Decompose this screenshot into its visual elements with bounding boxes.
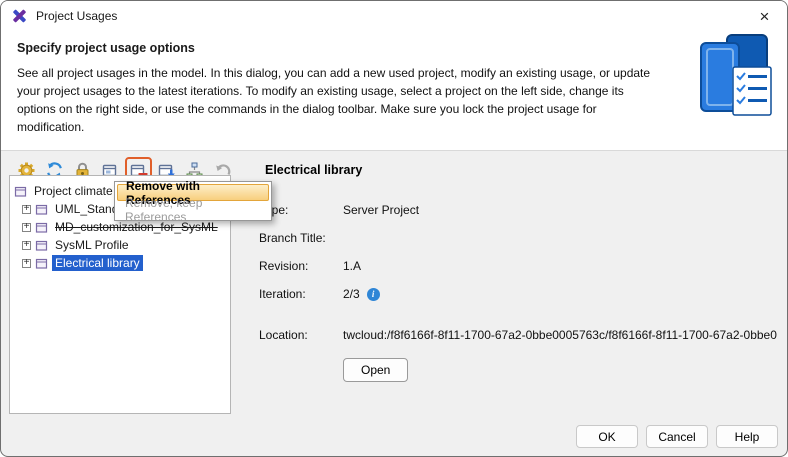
expand-icon[interactable] xyxy=(22,241,31,250)
cancel-button[interactable]: Cancel xyxy=(646,425,708,448)
revision-label: Revision: xyxy=(259,259,343,273)
location-label: Location: xyxy=(259,328,343,342)
header-description: See all project usages in the model. In … xyxy=(17,64,665,136)
footer-buttons: OK Cancel Help xyxy=(576,425,778,448)
location-value: twcloud:/f8f6166f-8f11-1700-67a2-0bbe000… xyxy=(343,328,777,342)
tree-item-electrical-library[interactable]: Electrical library xyxy=(10,254,230,272)
context-menu: Remove with References Remove, keep Refe… xyxy=(114,181,272,221)
expand-icon[interactable] xyxy=(22,223,31,232)
type-value: Server Project xyxy=(343,203,419,217)
detail-row-type: Type: Server Project xyxy=(259,203,777,217)
close-icon[interactable] xyxy=(742,1,787,31)
detail-row-branch: Branch Title: xyxy=(259,231,777,245)
detail-row-location: Location: twcloud:/f8f6166f-8f11-1700-67… xyxy=(259,328,777,342)
project-icon xyxy=(35,239,48,252)
tree-item-label: SysML Profile xyxy=(52,237,132,253)
iteration-value: 2/3 xyxy=(343,287,360,301)
tree-root-label: Project climate xyxy=(31,183,116,199)
info-icon[interactable] xyxy=(367,288,380,301)
project-usages-dialog: Project Usages Specify project usage opt… xyxy=(0,0,788,457)
project-usage-illustration xyxy=(695,33,775,119)
menu-item-remove-keep-references: Remove, keep References xyxy=(117,201,269,218)
expand-icon[interactable] xyxy=(22,205,31,214)
title-bar: Project Usages xyxy=(1,1,787,31)
expand-icon[interactable] xyxy=(22,259,31,268)
project-icon xyxy=(14,185,27,198)
iteration-label: Iteration: xyxy=(259,287,343,301)
usage-details-panel: Type: Server Project Branch Title: Revis… xyxy=(231,175,779,414)
tree-item-sysml-profile[interactable]: SysML Profile xyxy=(10,236,230,254)
help-button[interactable]: Help xyxy=(716,425,778,448)
tree-item-label: UML_Stand xyxy=(52,201,121,217)
detail-row-iteration: Iteration: 2/3 xyxy=(259,287,777,301)
header-title: Specify project usage options xyxy=(17,41,771,55)
app-logo-icon xyxy=(11,8,28,24)
project-icon xyxy=(35,221,48,234)
open-button[interactable]: Open xyxy=(343,358,408,382)
detail-row-revision: Revision: 1.A xyxy=(259,259,777,273)
project-icon xyxy=(35,257,48,270)
branch-title-label: Branch Title: xyxy=(259,231,343,245)
dialog-header: Specify project usage options See all pr… xyxy=(1,31,787,151)
revision-value: 1.A xyxy=(343,259,361,273)
window-title: Project Usages xyxy=(36,9,117,23)
project-icon xyxy=(35,203,48,216)
ok-button[interactable]: OK xyxy=(576,425,638,448)
tree-item-label: Electrical library xyxy=(52,255,143,271)
